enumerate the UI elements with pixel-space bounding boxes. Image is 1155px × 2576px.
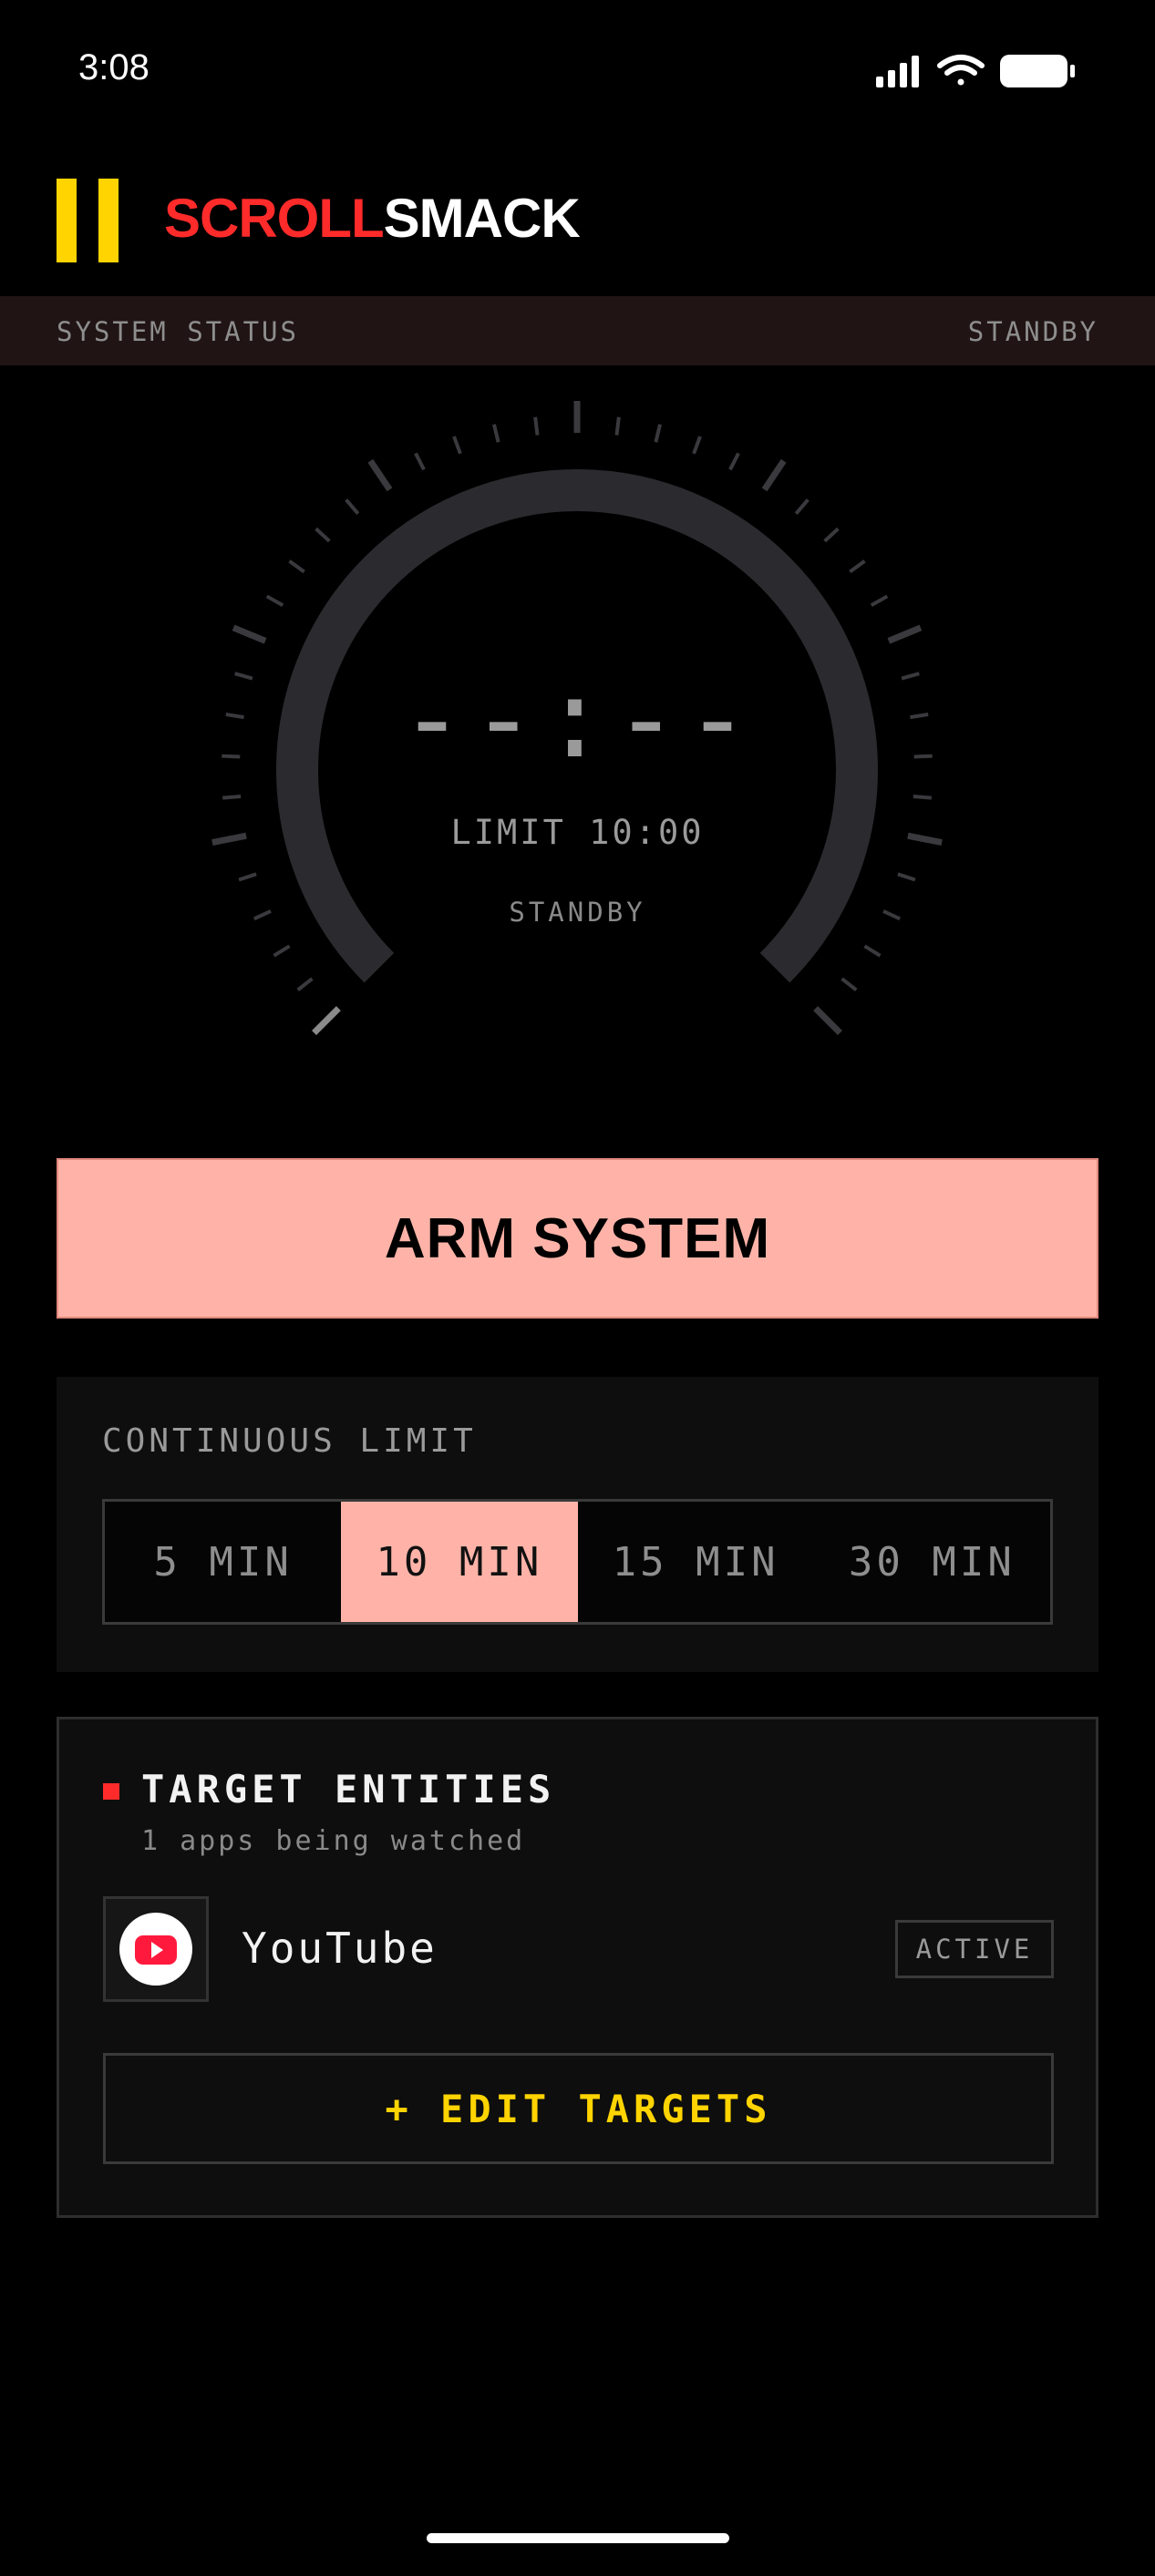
status-badge: ACTIVE: [895, 1920, 1054, 1978]
app-icon-frame: [103, 1896, 209, 2002]
youtube-icon: [119, 1913, 192, 1986]
target-entities-title: TARGET ENTITIES: [141, 1767, 556, 1811]
brand-scroll: SCROLL: [164, 188, 385, 249]
timer-state: STANDBY: [509, 897, 646, 928]
gauge-tick-minor: [414, 452, 426, 471]
timer-limit: LIMIT 10:00: [450, 813, 705, 852]
gauge-tick-minor: [823, 527, 840, 543]
system-status-bar: SYSTEM STATUS STANDBY: [0, 296, 1155, 365]
gauge-tick-minor: [897, 872, 916, 882]
list-item[interactable]: YouTube ACTIVE: [103, 1896, 1054, 2006]
gauge-tick-end: [312, 1006, 341, 1035]
timer-gauge: --:-- LIMIT 10:00 STANDBY: [0, 401, 1155, 1057]
gauge-tick-major: [367, 458, 393, 492]
home-indicator[interactable]: [427, 2533, 729, 2543]
gauge-tick-minor: [315, 527, 331, 543]
gauge-tick-minor: [863, 944, 882, 958]
limit-option-30[interactable]: 30 MIN: [814, 1502, 1050, 1622]
continuous-limit-card: CONTINUOUS LIMIT 5 MIN 10 MIN 15 MIN 30 …: [57, 1377, 1098, 1672]
target-entities-card: TARGET ENTITIES 1 apps being watched You…: [57, 1717, 1098, 2218]
pause-logo-icon: [57, 179, 119, 262]
limit-option-15[interactable]: 15 MIN: [578, 1502, 814, 1622]
gauge-tick-minor: [654, 424, 662, 443]
system-status-label: SYSTEM STATUS: [57, 316, 299, 347]
status-time: 3:08: [78, 47, 150, 87]
gauge-tick-minor: [345, 498, 360, 515]
gauge-tick-major: [232, 624, 267, 644]
gauge-tick-minor: [728, 452, 740, 471]
timer-readout: --:--: [398, 656, 757, 783]
gauge-tick-minor: [288, 559, 305, 574]
gauge-tick-minor: [913, 795, 932, 800]
arm-system-button[interactable]: ARM SYSTEM: [57, 1158, 1098, 1319]
edit-targets-button[interactable]: + EDIT TARGETS: [103, 2053, 1054, 2164]
gauge-tick-minor: [222, 795, 242, 800]
wifi-icon: [937, 55, 985, 86]
gauge-tick-end: [813, 1006, 842, 1035]
gauge-tick-minor: [849, 559, 866, 574]
gauge-tick-minor: [870, 594, 889, 607]
brand-smack: SMACK: [383, 188, 581, 249]
gauge-tick-minor: [840, 977, 858, 992]
gauge-tick-minor: [452, 436, 462, 455]
gauge-tick-major: [761, 458, 787, 492]
gauge-tick-minor: [614, 416, 621, 436]
gauge-tick-minor: [273, 944, 291, 958]
battery-icon: [1000, 55, 1075, 87]
limit-option-10[interactable]: 10 MIN: [341, 1502, 578, 1622]
gauge-tick-minor: [492, 424, 500, 443]
gauge-tick-minor: [794, 498, 810, 515]
gauge-tick-minor: [533, 416, 540, 436]
section-marker: [103, 1783, 119, 1800]
system-status-value: STANDBY: [967, 316, 1098, 347]
app-name: YouTube: [242, 1924, 438, 1973]
target-entities-subtitle: 1 apps being watched: [141, 1825, 526, 1857]
gauge-tick-minor: [238, 872, 257, 882]
cellular-signal-icon: [876, 56, 919, 87]
gauge-tick-major: [887, 624, 923, 644]
limit-option-5[interactable]: 5 MIN: [105, 1502, 341, 1622]
gauge-tick-minor: [265, 594, 284, 607]
continuous-limit-title: CONTINUOUS LIMIT: [102, 1422, 477, 1460]
gauge-tick-minor: [692, 436, 702, 455]
status-icons: [876, 55, 1075, 87]
gauge-tick-minor: [296, 977, 314, 992]
limit-segmented-control: 5 MIN 10 MIN 15 MIN 30 MIN: [102, 1499, 1053, 1625]
app-title: SCROLLSMACK: [164, 186, 581, 251]
